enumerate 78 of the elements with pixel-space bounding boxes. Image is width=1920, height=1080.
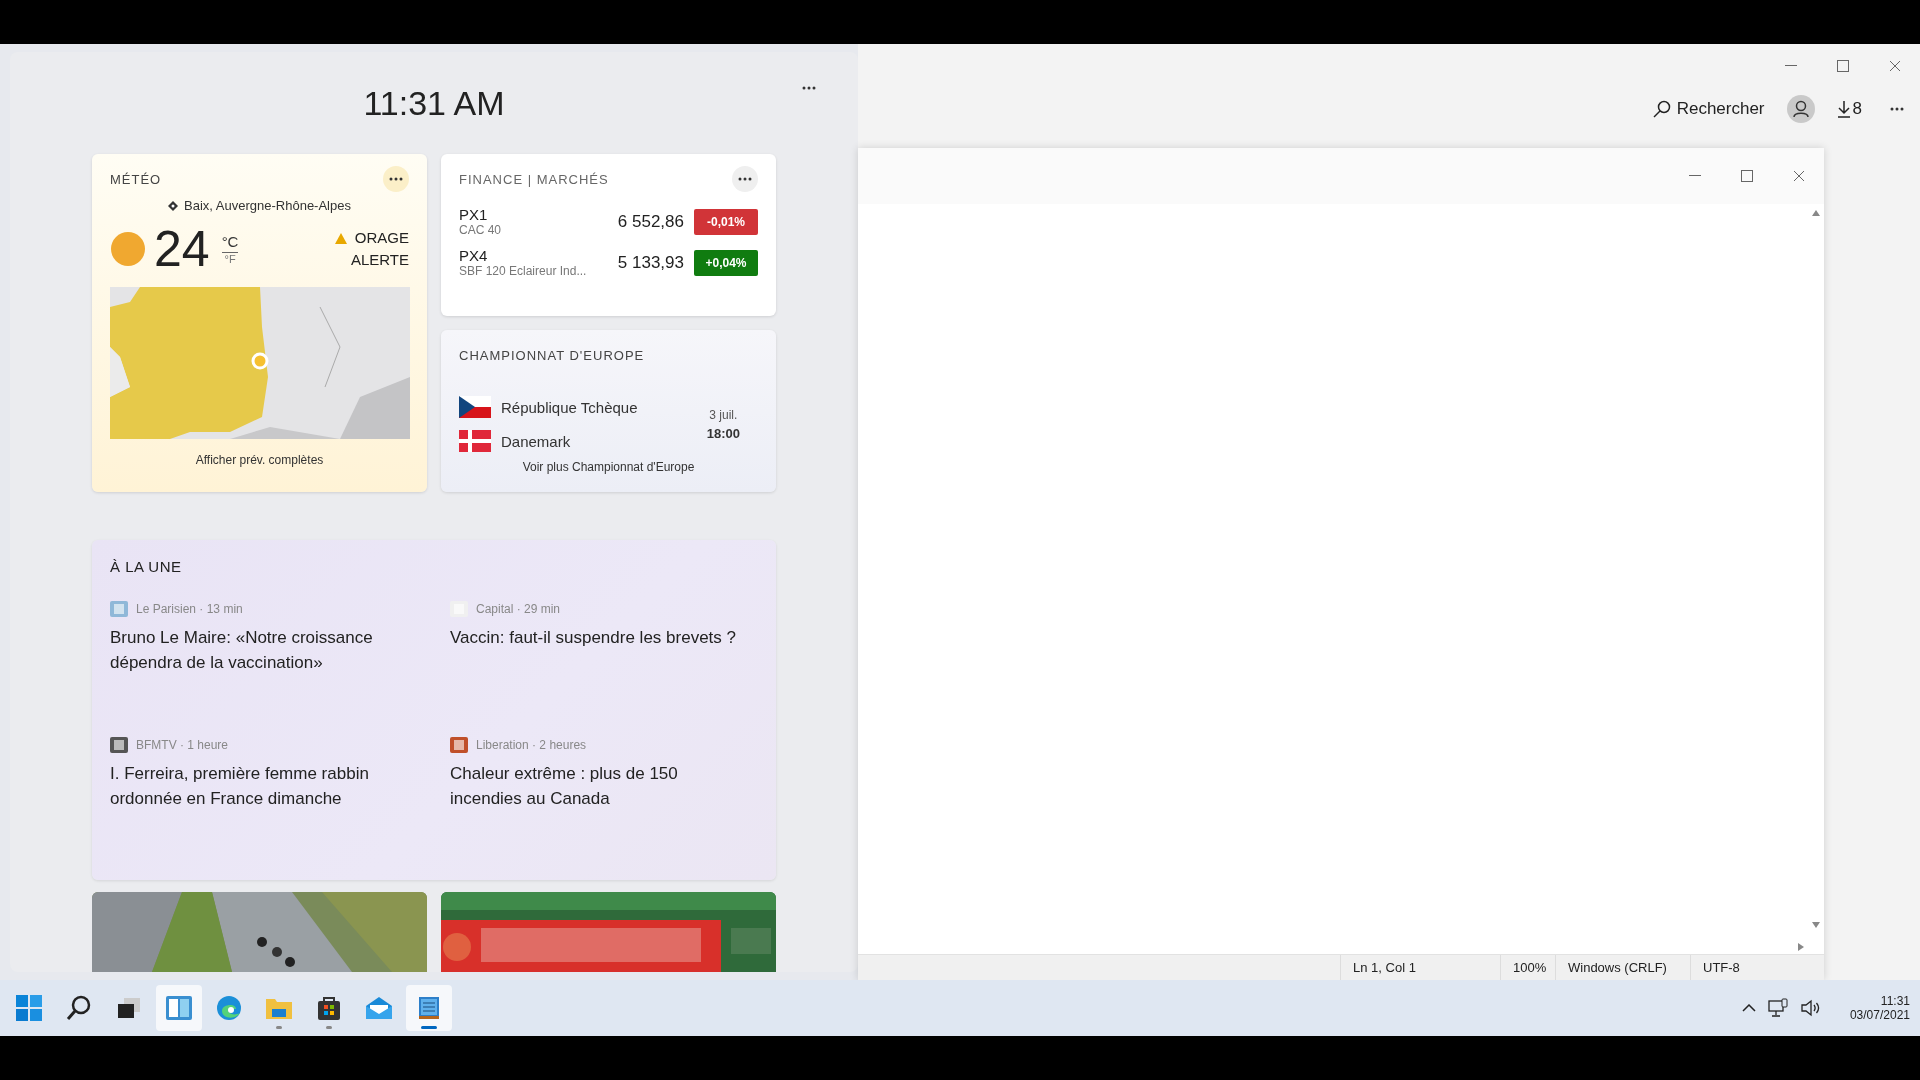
mail-icon: [365, 996, 393, 1020]
tray-date[interactable]: 03/07/2021: [1849, 1008, 1910, 1022]
person-icon: [1792, 100, 1809, 118]
downloads-button[interactable]: 8: [1836, 99, 1862, 119]
match-date: 3 juil.: [709, 407, 738, 422]
more-icon: [1890, 107, 1904, 111]
team-name: République Tchèque: [501, 398, 638, 416]
change-badge: -0,01%: [694, 208, 758, 235]
scroll-up-icon[interactable]: [1812, 210, 1820, 216]
edge-icon: [216, 995, 242, 1021]
news-source: Capital · 29 min: [476, 602, 561, 616]
search-icon: [66, 995, 92, 1021]
more-icon: [738, 177, 752, 181]
news-headline[interactable]: Bruno Le Maire: «Notre croissance dépendra de la vaccination»: [110, 625, 450, 675]
running-indicator: [421, 1026, 437, 1029]
minimize-icon: [1689, 175, 1701, 177]
stock-symbol: PX4: [459, 247, 489, 264]
flag-icon: [459, 396, 491, 418]
search-icon: [1652, 100, 1671, 118]
maximize-icon: [1741, 170, 1753, 182]
windows-logo-icon: [16, 995, 42, 1021]
news-headline[interactable]: Chaleur extrême : plus de 150 incendies au Canada: [450, 761, 758, 811]
celsius-unit[interactable]: °C: [221, 233, 239, 253]
clock-time: 11:31 AM: [363, 83, 505, 123]
warning-icon: [334, 233, 347, 244]
minimize-icon: [1785, 65, 1797, 67]
scroll-down-icon[interactable]: [1812, 922, 1820, 928]
forecast-link[interactable]: Afficher prév. complètes: [195, 453, 324, 467]
store-bag-icon: [316, 995, 342, 1021]
stock-value: 5 133,93: [617, 252, 684, 273]
stock-value: 6 552,86: [617, 211, 684, 232]
temperature: 24: [154, 223, 210, 275]
search-button[interactable]: Rechercher: [1652, 99, 1765, 119]
more-link[interactable]: Voir plus Championnat d'Europe: [522, 460, 695, 474]
chevron-up-icon[interactable]: [1741, 1004, 1756, 1012]
card-title: FINANCE | MARCHÉS: [459, 171, 609, 187]
card-title: MÉTÉO: [110, 171, 162, 187]
news-source: Le Parisien · 13 min: [136, 602, 243, 616]
close-icon: [1793, 170, 1805, 182]
more-icon: [389, 177, 403, 181]
team-name: Danemark: [501, 432, 571, 450]
news-headline[interactable]: Vaccin: faut-il suspendre les brevets ?: [450, 625, 758, 650]
more-icon: [802, 86, 816, 90]
news-source: Liberation · 2 heures: [476, 738, 587, 752]
stock-name: SBF 120 Eclaireur Ind...: [459, 264, 588, 278]
widgets-icon: [165, 995, 193, 1021]
network-icon[interactable]: [1767, 998, 1788, 1018]
source-logo-icon: [110, 737, 128, 753]
source-logo-icon: [110, 601, 128, 617]
fahrenheit-unit[interactable]: °F: [224, 253, 236, 265]
change-badge: +0,04%: [694, 249, 758, 276]
location-icon: [168, 200, 179, 211]
card-title: CHAMPIONNAT D'EUROPE: [459, 347, 645, 363]
flag-icon: [459, 430, 491, 452]
speaker-icon[interactable]: [1799, 999, 1820, 1017]
card-title: À LA UNE: [110, 558, 183, 575]
match-time: 18:00: [706, 425, 740, 441]
maximize-icon: [1837, 60, 1849, 72]
sun-icon: [110, 231, 146, 267]
profile-button[interactable]: [1786, 95, 1815, 123]
notepad-icon: [417, 994, 441, 1022]
weather-alert[interactable]: ORAGE ALERTE: [350, 227, 409, 271]
more-button[interactable]: [732, 166, 758, 192]
more-button[interactable]: [383, 166, 409, 192]
task-view-icon: [116, 996, 142, 1020]
running-indicator: [326, 1026, 332, 1029]
close-icon: [1889, 60, 1901, 72]
scroll-right-icon[interactable]: [1798, 943, 1804, 951]
running-indicator: [276, 1026, 282, 1029]
stock-symbol: PX1: [459, 206, 489, 223]
stock-name: CAC 40: [459, 223, 503, 237]
news-source: BFMTV · 1 heure: [136, 738, 229, 752]
news-headline[interactable]: I. Ferreira, première femme rabbin ordonnée en France dimanche: [110, 761, 450, 811]
folder-icon: [265, 996, 293, 1020]
source-logo-icon: [450, 737, 468, 753]
location-label: Baix, Auvergne-Rhône-Alpes: [184, 198, 351, 213]
tray-time[interactable]: 11:31: [1880, 994, 1910, 1008]
download-icon: [1836, 100, 1851, 118]
